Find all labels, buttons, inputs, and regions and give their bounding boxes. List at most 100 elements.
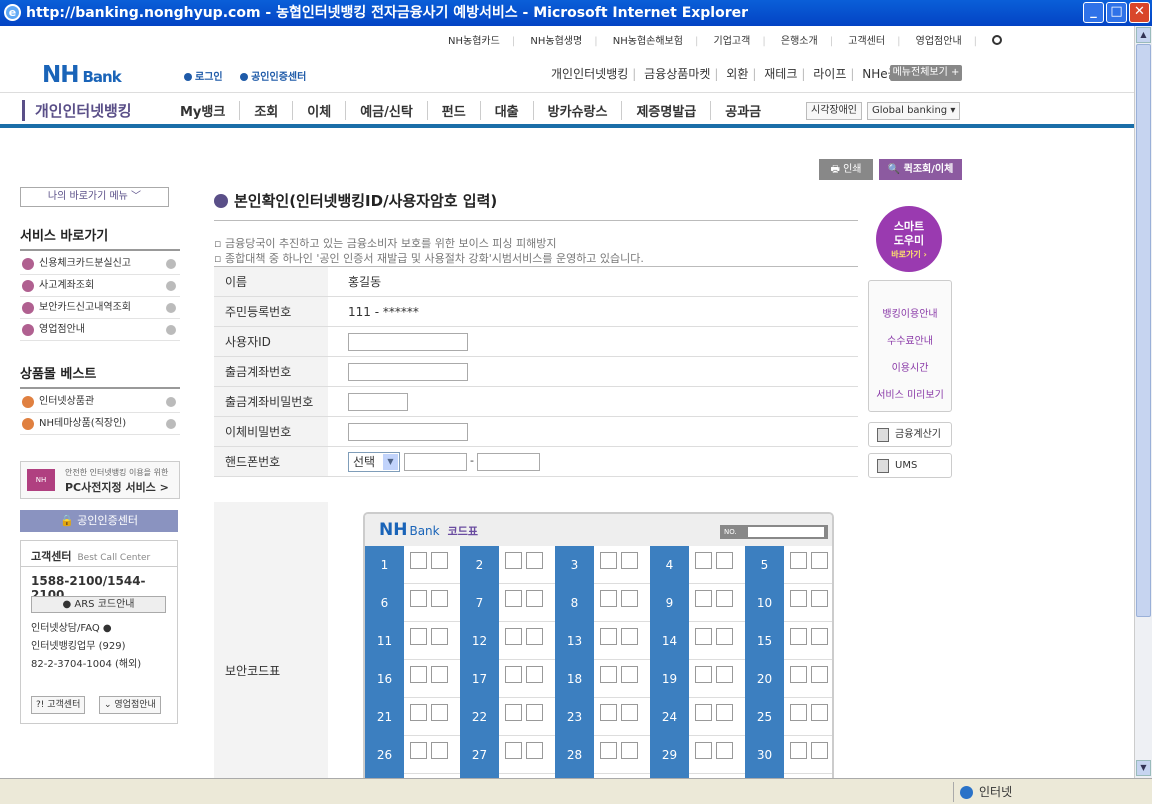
faq-link[interactable]: 인터넷상담/FAQ ●: [31, 619, 112, 634]
code-row: 16 17 18 19 20: [365, 660, 832, 698]
nav-item-inquiry[interactable]: 조회: [240, 101, 294, 120]
nav-items: My뱅크 조회 이체 예금/신탁 펀드 대출 방카슈랑스 제증명발급 공과금: [180, 101, 775, 120]
smart-link-fee[interactable]: 수수료안내: [869, 332, 951, 347]
nav-item-transfer[interactable]: 이체: [293, 101, 347, 120]
code-number: 6: [365, 584, 404, 622]
ums-button[interactable]: UMS: [868, 453, 952, 478]
search-icon[interactable]: [992, 35, 1003, 45]
userid-input[interactable]: [348, 333, 468, 351]
nav-item-utility[interactable]: 공과금: [711, 101, 775, 120]
scroll-down-icon[interactable]: ▼: [1136, 760, 1151, 776]
global-banking-select[interactable]: Global banking ▾: [867, 102, 961, 120]
code-digit-box: [431, 666, 448, 683]
top-link-customer[interactable]: 고객센터: [848, 36, 885, 47]
service-link-branch[interactable]: 영업점안내: [20, 319, 180, 341]
code-number: 1: [365, 546, 404, 584]
page-title-text: 본인확인(인터넷뱅킹ID/사용자암호 입력): [234, 192, 498, 210]
bullet-icon: [240, 73, 249, 81]
rrn-value: 111 - ******: [348, 305, 419, 319]
code-number: 8: [555, 584, 594, 622]
calculator-button[interactable]: 금융계산기: [868, 422, 952, 447]
nav-item-deposit[interactable]: 예금/신탁: [346, 101, 428, 120]
login-links: 로그인 공인인증센터: [184, 68, 320, 83]
code-card-serial: NO.: [720, 525, 828, 539]
smart-helper-bubble[interactable]: 스마트 도우미 바로가기 ›: [876, 206, 942, 272]
customer-center-button[interactable]: ?! 고객센터: [31, 696, 86, 714]
smart-link-preview[interactable]: 서비스 미리보기: [869, 386, 951, 401]
nav-item-mybank[interactable]: My뱅크: [180, 101, 241, 120]
phone-label: 핸드폰번호: [214, 447, 328, 476]
branch-info-button[interactable]: ⌄ 영업점안내: [99, 696, 161, 714]
vertical-scrollbar[interactable]: ▲ ▼: [1134, 26, 1152, 778]
transfer-pw-input[interactable]: [348, 423, 468, 441]
login-link[interactable]: 로그인: [184, 72, 223, 83]
top-link-life[interactable]: NH농협생명: [530, 36, 582, 47]
all-menu-button[interactable]: 메뉴전체보기 +: [890, 65, 962, 81]
security-zone: 인터넷: [953, 782, 1133, 802]
ie-logo-icon: e: [4, 4, 21, 21]
top-link-about[interactable]: 은행소개: [781, 36, 818, 47]
service-link-label: 보안카드신고내역조회: [39, 302, 131, 313]
top-link-card[interactable]: NH농협카드: [448, 36, 500, 47]
account-pw-input[interactable]: [348, 393, 408, 411]
code-digit-box: [716, 666, 733, 683]
monitor-icon: NH: [27, 469, 55, 491]
bullet-icon: [184, 73, 192, 81]
svc-fx[interactable]: 외환: [726, 67, 748, 81]
top-link-corporate[interactable]: 기업고객: [714, 36, 751, 47]
svc-invest[interactable]: 재테크: [764, 67, 797, 81]
my-favorites-menu[interactable]: 나의 바로가기 메뉴 ﹀: [20, 187, 169, 207]
calculator-label: 금융계산기: [895, 429, 941, 440]
smart-link-hours[interactable]: 이용시간: [869, 359, 951, 374]
code-cell: 10: [745, 584, 832, 622]
cert-center-button[interactable]: 🔒 공인인증센터: [20, 510, 178, 532]
svc-life[interactable]: 라이프: [813, 67, 846, 81]
pc-banner-line1: 안전한 인터넷뱅킹 이용을 위한: [65, 468, 169, 477]
code-number: 10: [745, 584, 784, 622]
service-link-security-card[interactable]: 보안카드신고내역조회: [20, 297, 180, 319]
quick-transfer-button[interactable]: 🔍 퀵조회/이체: [879, 159, 962, 180]
page-title: 본인확인(인터넷뱅킹ID/사용자암호 입력): [214, 190, 858, 221]
row-account: 출금계좌번호: [214, 357, 858, 387]
print-button[interactable]: 🖶 인쇄: [819, 159, 873, 180]
nav-brand[interactable]: 개인인터넷뱅킹: [22, 100, 132, 121]
scroll-up-icon[interactable]: ▲: [1136, 27, 1151, 43]
smart-link-guide[interactable]: 뱅킹이용안내: [869, 305, 951, 320]
code-digit-box: [600, 552, 617, 569]
pc-preregister-banner[interactable]: NH 안전한 인터넷뱅킹 이용을 위한 PC사전지정 서비스 >: [20, 461, 180, 499]
ars-code-button[interactable]: ● ARS 코드안내: [31, 596, 166, 613]
service-link-label: 사고계좌조회: [39, 280, 95, 291]
best-link-theme[interactable]: NH테마상품(직장인): [20, 413, 180, 435]
close-button[interactable]: ✕: [1129, 2, 1150, 23]
code-digit-box: [695, 590, 712, 607]
nav-item-fund[interactable]: 펀드: [428, 101, 481, 120]
minimize-button[interactable]: _: [1083, 2, 1104, 23]
security-code-label: 보안코드표: [214, 502, 328, 778]
maximize-button[interactable]: □: [1106, 2, 1127, 23]
accessibility-button[interactable]: 시각장애인: [806, 102, 862, 120]
top-link-insurance[interactable]: NH농협손해보험: [613, 36, 683, 47]
code-cell: 3: [555, 546, 650, 584]
account-input[interactable]: [348, 363, 468, 381]
row-name: 이름 홍길동: [214, 267, 858, 297]
nav-item-bancassurance[interactable]: 방카슈랑스: [534, 101, 623, 120]
service-link-card-loss[interactable]: 신용체크카드분실신고: [20, 253, 180, 275]
best-link-internet[interactable]: 인터넷상품관: [20, 391, 180, 413]
window-title: http://banking.nonghyup.com - 농협인터넷뱅킹 전자…: [26, 5, 749, 21]
phone-last-input[interactable]: [477, 453, 540, 471]
phone-middle-input[interactable]: [404, 453, 467, 471]
svc-market[interactable]: 금융상품마켓: [644, 67, 710, 81]
svc-personal[interactable]: 개인인터넷뱅킹: [551, 67, 628, 81]
scroll-thumb[interactable]: [1136, 44, 1151, 617]
nav-item-loan[interactable]: 대출: [481, 101, 534, 120]
code-digit-box: [716, 552, 733, 569]
phone-carrier-select[interactable]: 선택 ▼: [348, 452, 400, 472]
service-link-accident-account[interactable]: 사고계좌조회: [20, 275, 180, 297]
nh-bank-logo[interactable]: NH Bank: [42, 62, 122, 88]
nav-item-certificate[interactable]: 제증명발급: [622, 101, 712, 120]
logo-bank: Bank: [82, 68, 122, 86]
code-digit-box: [695, 552, 712, 569]
cert-center-link[interactable]: 공인인증센터: [240, 72, 306, 83]
card-icon: [22, 324, 34, 336]
top-link-branch[interactable]: 영업점안내: [916, 36, 962, 47]
